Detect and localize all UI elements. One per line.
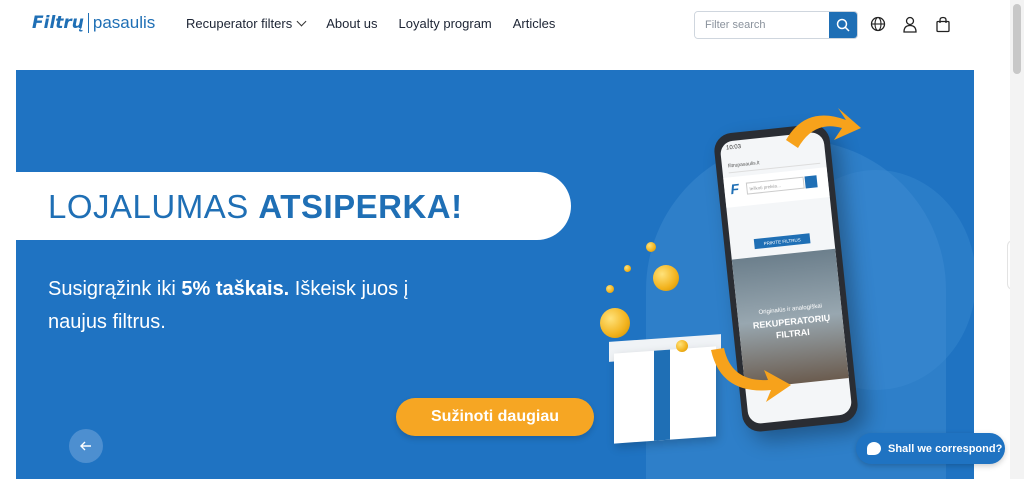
banner-title: LOJALUMAS ATSIPERKA!: [48, 188, 463, 226]
coin-icon: [624, 265, 631, 272]
logo-brand: Filtrų: [32, 13, 84, 33]
bag-icon[interactable]: [934, 15, 952, 33]
slider-prev-button[interactable]: [69, 429, 103, 463]
main-nav: Recuperator filters About us Loyalty pro…: [186, 16, 555, 31]
globe-icon[interactable]: [869, 15, 887, 33]
arrow-left-icon: [80, 441, 91, 451]
hero-banner[interactable]: LOJALUMAS ATSIPERKA! Susigrąžink iki 5% …: [16, 70, 974, 479]
gift-box: [614, 346, 716, 444]
scrollbar-thumb[interactable]: [1013, 4, 1021, 74]
chat-label: Shall we correspond?: [888, 442, 1003, 455]
site-logo[interactable]: Filtrų pasaulis: [32, 10, 155, 36]
subtitle-pre: Susigrąžink iki: [48, 278, 182, 300]
chat-bubble-icon: [867, 442, 881, 455]
chat-button[interactable]: Shall we correspond?: [856, 433, 1005, 464]
nav-loyalty-program[interactable]: Loyalty program: [399, 16, 492, 31]
user-icon[interactable]: [901, 15, 919, 33]
coin-icon: [676, 340, 688, 352]
logo-icon: F: [729, 180, 740, 198]
scrollbar[interactable]: [1010, 0, 1024, 479]
nav-label: About us: [326, 16, 378, 31]
title-light: LOJALUMAS: [48, 188, 259, 225]
search-icon: [836, 18, 850, 32]
logo-divider: [87, 13, 89, 33]
site-header: Filtrų pasaulis Recuperator filters Abou…: [0, 0, 1010, 52]
coin-icon: [606, 285, 614, 293]
coin-icon: [653, 265, 679, 291]
nav-label: Articles: [512, 16, 556, 31]
orange-arrow-icon: [711, 348, 791, 402]
banner-subtitle: Susigrąžink iki 5% taškais. Iškeisk juos…: [48, 273, 468, 339]
nav-label: Recuperator filters: [186, 16, 293, 31]
search-input[interactable]: [695, 12, 829, 38]
logo-suffix: pasaulis: [92, 13, 156, 32]
page: Filtrų pasaulis Recuperator filters Abou…: [0, 0, 1024, 479]
nav-articles[interactable]: Articles: [513, 16, 556, 31]
learn-more-button[interactable]: Sužinoti daugiau: [396, 398, 594, 436]
orange-arrow-icon: [786, 108, 861, 148]
search-button[interactable]: [829, 12, 857, 38]
filter-search: [694, 11, 858, 39]
chevron-down-icon: [296, 16, 307, 27]
subtitle-bold: 5% taškais.: [181, 278, 290, 300]
gift-ribbon: [654, 349, 670, 441]
nav-about-us[interactable]: About us: [326, 16, 377, 31]
title-bold: ATSIPERKA!: [258, 188, 463, 225]
nav-recuperator-filters[interactable]: Recuperator filters: [186, 16, 307, 31]
nav-label: Loyalty program: [398, 16, 492, 31]
coin-icon: [600, 308, 630, 338]
coin-icon: [646, 242, 656, 252]
phone-cta: PRIKITE FILTRUS: [753, 233, 811, 250]
